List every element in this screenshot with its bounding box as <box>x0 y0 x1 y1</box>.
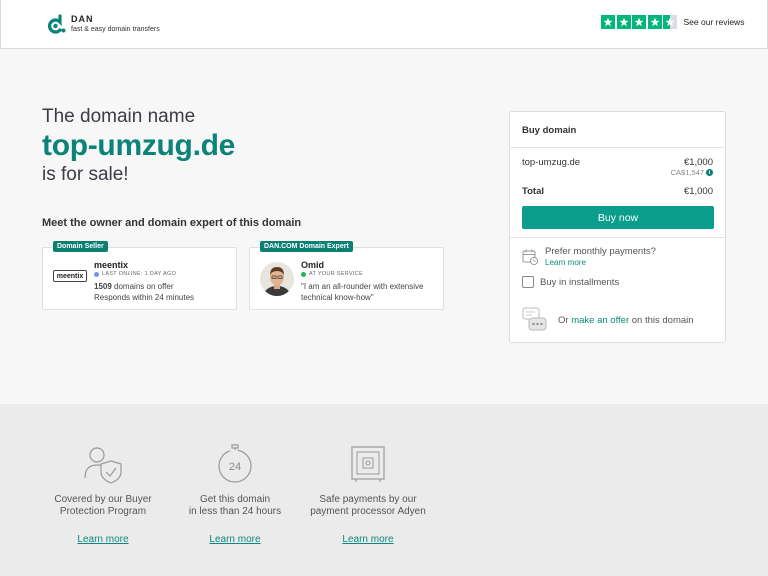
seller-status-text: LAST ONLINE: 1 DAY AGO <box>102 271 177 277</box>
domain-title: top-umzug.de <box>42 129 236 162</box>
shield-person-icon <box>84 447 122 484</box>
offer-prefix: Or <box>558 315 569 326</box>
star-icon <box>632 15 646 29</box>
star-icon <box>647 15 662 29</box>
seller-count-suffix: domains on offer <box>114 282 174 291</box>
buyer-protection-learn-more-link[interactable]: Learn more <box>77 534 128 545</box>
seller-logo: meentix <box>53 270 87 282</box>
for-sale-text: is for sale! <box>42 164 129 185</box>
make-offer-link[interactable]: make an offer <box>571 315 629 326</box>
calendar-clock-icon <box>522 249 539 266</box>
expert-avatar <box>260 262 294 296</box>
half-star-icon <box>663 15 677 29</box>
feature-text: Covered by our Buyer Protection Program <box>33 494 173 518</box>
logo-name: DAN <box>71 14 94 24</box>
expert-status: AT YOUR SERVICE <box>301 271 363 277</box>
expert-quote-line1: "I am an all-rounder with extensive <box>301 282 424 291</box>
buy-domain-name: top-umzug.de <box>522 157 581 168</box>
feature-text: Safe payments by our payment processor A… <box>298 494 438 518</box>
price-cad: CA$1,547 i <box>671 168 713 177</box>
safe-payments-learn-more-link[interactable]: Learn more <box>342 534 393 545</box>
divider <box>510 147 725 148</box>
expert-status-text: AT YOUR SERVICE <box>309 271 363 277</box>
monthly-question: Prefer monthly payments? <box>545 246 656 257</box>
seller-count-number: 1509 <box>94 282 112 291</box>
seller-response-time: Responds within 24 minutes <box>94 293 195 302</box>
safe-icon <box>351 446 385 482</box>
status-dot <box>94 271 99 277</box>
feature-line1: Covered by our Buyer <box>54 494 152 505</box>
buy-domain-price: €1,000 <box>683 157 713 168</box>
site-header: DAN fast & easy domain transfers See our… <box>0 0 768 49</box>
meet-heading: Meet the owner and domain expert of this… <box>42 217 302 229</box>
total-label: Total <box>522 186 544 197</box>
price-cad-value: CA$1,547 <box>670 168 704 177</box>
buy-now-button[interactable]: Buy now <box>522 206 714 229</box>
offer-suffix: on this domain <box>631 315 694 326</box>
logo-tagline: fast & easy domain transfers <box>71 26 160 33</box>
star-icon <box>601 15 615 29</box>
expert-badge: DAN.COM Domain Expert <box>260 241 353 252</box>
info-icon[interactable]: i <box>706 169 713 176</box>
monthly-learn-more-link[interactable]: Learn more <box>545 258 586 267</box>
feature-text: Get this domain in less than 24 hours <box>165 494 305 518</box>
seller-domain-count: 1509 domains on offer <box>94 282 173 291</box>
seller-name[interactable]: meentix <box>94 260 128 270</box>
expert-name: Omid <box>301 260 325 270</box>
features-footer: Covered by our Buyer Protection Program … <box>0 404 768 576</box>
divider <box>510 237 725 238</box>
seller-badge: Domain Seller <box>53 241 108 252</box>
hero-intro: The domain name <box>42 106 196 127</box>
stopwatch-24-icon: 24 <box>218 444 252 483</box>
trustpilot-reviews-link[interactable]: See our reviews <box>601 15 744 29</box>
feature-buyer-protection: Covered by our Buyer Protection Program … <box>33 444 173 547</box>
feature-fast-transfer: 24 Get this domain in less than 24 hours… <box>165 444 305 547</box>
chat-bubbles-icon <box>522 307 547 331</box>
installments-checkbox[interactable] <box>522 276 534 288</box>
buy-domain-title: Buy domain <box>522 125 577 136</box>
fast-transfer-learn-more-link[interactable]: Learn more <box>209 534 260 545</box>
seller-status: LAST ONLINE: 1 DAY AGO <box>94 271 176 277</box>
buy-domain-panel: Buy domain top-umzug.de €1,000 CA$1,547 … <box>509 111 726 343</box>
feature-line1: Get this domain <box>199 494 271 505</box>
see-reviews-label[interactable]: See our reviews <box>684 17 745 27</box>
status-dot <box>301 271 306 277</box>
feature-line1: Safe payments by our <box>319 494 417 505</box>
installments-label[interactable]: Buy in installments <box>540 277 619 288</box>
feature-line2: payment processor Adyen <box>310 506 426 517</box>
feature-line2: Protection Program <box>59 506 147 517</box>
svg-text:24: 24 <box>229 461 241 473</box>
expert-card: DAN.COM Domain Expert Omid AT YOUR SERVI… <box>249 241 444 310</box>
total-value: €1,000 <box>683 186 713 197</box>
feature-line2: in less than 24 hours <box>188 506 282 517</box>
star-icon <box>616 15 631 29</box>
make-offer-line: Or make an offer on this domain <box>558 315 694 326</box>
feature-safe-payments: Safe payments by our payment processor A… <box>298 444 438 547</box>
dan-logo-icon <box>48 14 66 34</box>
seller-card: Domain Seller meentix meentix LAST ONLIN… <box>42 241 237 310</box>
expert-quote-line2: technical know-how" <box>301 293 374 302</box>
dan-logo[interactable]: DAN fast & easy domain transfers <box>47 14 160 34</box>
